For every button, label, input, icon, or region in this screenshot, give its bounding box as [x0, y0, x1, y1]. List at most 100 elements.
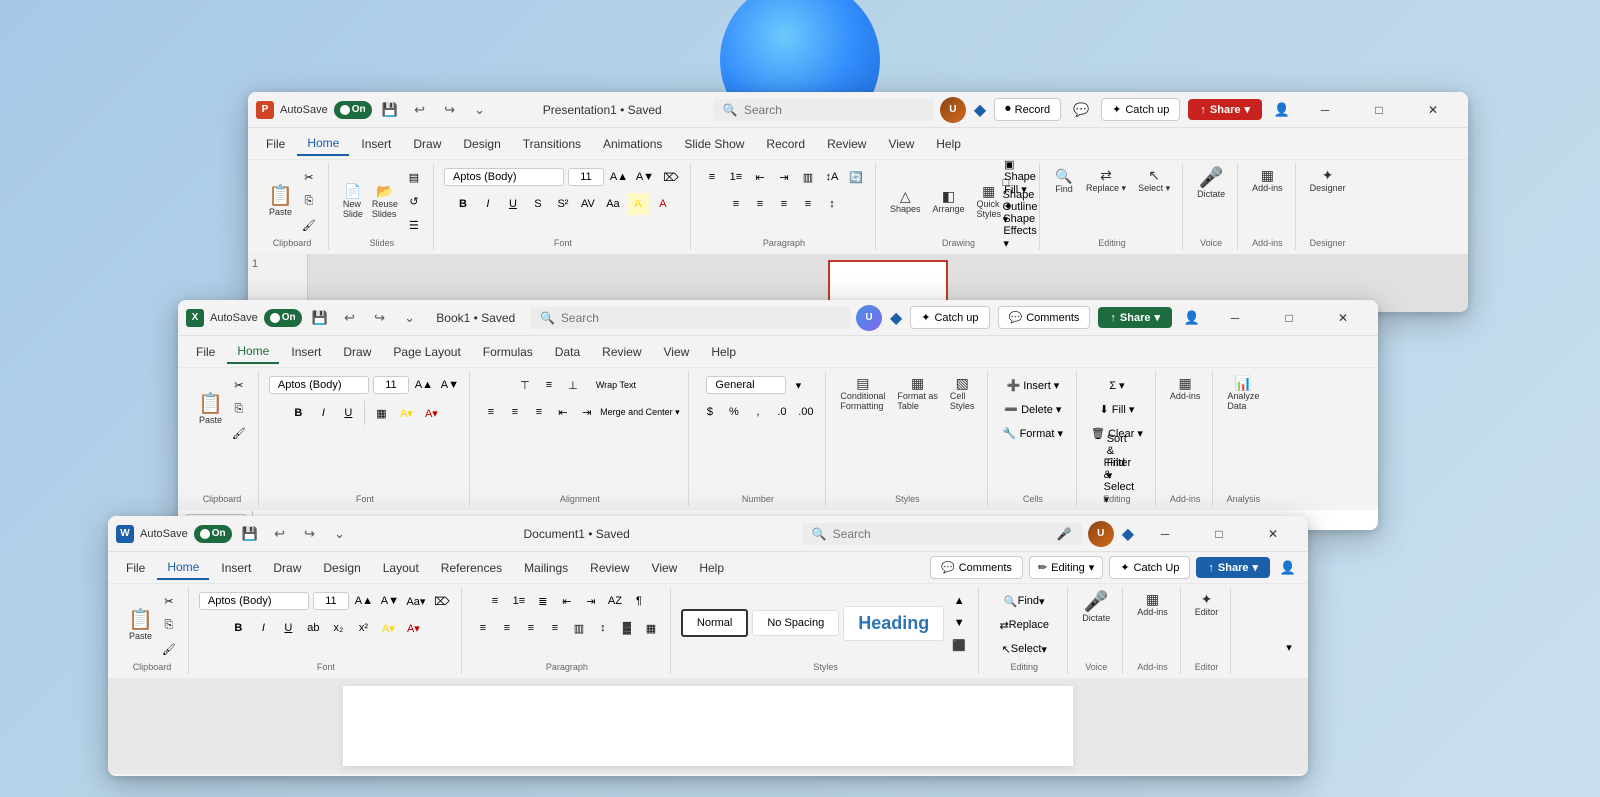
excel-italic-btn[interactable]: I [312, 402, 334, 424]
word-menu-help[interactable]: Help [689, 557, 734, 579]
ppt-avatar[interactable]: U [940, 97, 966, 123]
word-ribbon-collapse-btn[interactable]: ▾ [1278, 636, 1300, 658]
word-style-heading-btn[interactable]: Heading [843, 606, 944, 641]
ppt-clear-format-btn[interactable]: ⌦ [660, 166, 682, 188]
ppt-addins-btn[interactable]: ▦ Add-ins [1248, 166, 1287, 195]
excel-increase-indent-btn[interactable]: ⇥ [576, 401, 598, 423]
excel-minimize-btn[interactable]: ─ [1212, 302, 1258, 334]
excel-menu-formulas[interactable]: Formulas [473, 341, 543, 363]
ppt-increase-indent-btn[interactable]: ⇥ [773, 166, 795, 188]
word-case-btn[interactable]: Aa▾ [405, 590, 427, 612]
excel-menu-draw[interactable]: Draw [333, 341, 381, 363]
excel-top-align-btn[interactable]: ⊤ [514, 374, 536, 396]
ppt-case-btn[interactable]: Aa [602, 193, 624, 215]
word-menu-file[interactable]: File [116, 557, 155, 579]
excel-menu-review[interactable]: Review [592, 341, 651, 363]
excel-fill-color-btn[interactable]: A▾ [395, 402, 417, 424]
ppt-underline-btn[interactable]: U [502, 193, 524, 215]
ppt-menu-insert[interactable]: Insert [351, 133, 401, 155]
word-menu-layout[interactable]: Layout [373, 557, 429, 579]
ppt-menu-home[interactable]: Home [297, 132, 349, 156]
ppt-font-shrink-btn[interactable]: A▼ [634, 166, 656, 188]
excel-fill-btn[interactable]: ⬇ Fill ▾ [1087, 398, 1147, 420]
excel-increase-decimal-btn[interactable]: .0 [771, 401, 793, 423]
word-borders-btn[interactable]: ▦ [640, 617, 662, 639]
word-dictate-btn[interactable]: 🎤 Dictate [1078, 590, 1114, 625]
word-search-input[interactable] [833, 527, 1013, 541]
ppt-menu-review[interactable]: Review [817, 133, 876, 155]
excel-format-as-table-btn[interactable]: ▦ Format asTable [893, 374, 942, 413]
excel-maximize-btn[interactable]: □ [1266, 302, 1312, 334]
word-shading-btn[interactable]: ▓ [616, 617, 638, 639]
excel-cell-styles-btn[interactable]: ▧ CellStyles [946, 374, 979, 413]
ppt-autosave-toggle[interactable]: On [334, 101, 372, 119]
excel-close-btn[interactable]: ✕ [1320, 302, 1366, 334]
ppt-shape-effects-btn[interactable]: ✦ Shape Effects ▾ [1009, 214, 1031, 236]
excel-percent-btn[interactable]: % [723, 401, 745, 423]
ppt-bold-btn[interactable]: B [452, 193, 474, 215]
word-format-painter-btn[interactable]: 🖌 [158, 638, 180, 660]
excel-menu-insert[interactable]: Insert [281, 341, 331, 363]
word-addins-btn[interactable]: ▦ Add-ins [1133, 590, 1172, 619]
word-gem-icon[interactable]: ◆ [1122, 524, 1134, 544]
word-menu-insert[interactable]: Insert [211, 557, 261, 579]
ppt-highlight-btn[interactable]: A [627, 193, 649, 215]
word-copy-btn[interactable]: ⎘ [158, 614, 180, 636]
word-autosave-toggle[interactable]: On [194, 525, 232, 543]
excel-customize-icon[interactable]: ⌄ [398, 306, 422, 330]
word-paste-btn[interactable]: 📋 Paste [124, 608, 157, 643]
excel-font-name[interactable]: Aptos (Body) [269, 376, 369, 394]
ppt-find-btn[interactable]: 🔍 Find [1050, 167, 1078, 196]
excel-save-icon[interactable]: 💾 [308, 306, 332, 330]
excel-decrease-decimal-btn[interactable]: .00 [795, 401, 817, 423]
word-styles-down-btn[interactable]: ▼ [948, 612, 970, 634]
word-doc-page[interactable] [343, 686, 1073, 766]
ppt-menu-help[interactable]: Help [926, 133, 971, 155]
word-catchup-btn[interactable]: ✦ Catch Up [1109, 556, 1190, 579]
excel-align-right-btn[interactable]: ≡ [528, 401, 550, 423]
ppt-font-color-btn[interactable]: A [652, 193, 674, 215]
excel-underline-btn[interactable]: U [337, 402, 359, 424]
word-cut-btn[interactable]: ✂ [158, 590, 180, 612]
excel-avatar[interactable]: U [856, 305, 882, 331]
word-editing-btn[interactable]: ✏ Editing ▾ [1029, 556, 1103, 579]
excel-comma-btn[interactable]: , [747, 401, 769, 423]
excel-borders-btn[interactable]: ▦ [370, 402, 392, 424]
ppt-decrease-indent-btn[interactable]: ⇤ [749, 166, 771, 188]
excel-number-format-expand[interactable]: ▾ [787, 374, 809, 396]
word-customize-icon[interactable]: ⌄ [328, 522, 352, 546]
word-find-btn[interactable]: 🔍 Find ▾ [989, 590, 1059, 612]
ppt-layout-btn[interactable]: ▤ [403, 166, 425, 188]
ppt-minimize-btn[interactable]: ─ [1302, 94, 1348, 126]
excel-menu-file[interactable]: File [186, 341, 225, 363]
excel-conditional-formatting-btn[interactable]: ▤ ConditionalFormatting [836, 374, 889, 413]
word-superscript-btn[interactable]: x² [352, 617, 374, 639]
excel-paste-btn[interactable]: 📋 Paste [194, 392, 227, 427]
ppt-replace-btn[interactable]: ⇄ Replace ▾ [1082, 166, 1130, 196]
excel-insert-btn[interactable]: ➕ Insert ▾ [998, 374, 1068, 396]
word-columns-btn[interactable]: ▥ [568, 617, 590, 639]
word-editor-btn[interactable]: ✦ Editor [1191, 590, 1223, 619]
word-font-shrink-btn[interactable]: A▼ [379, 590, 401, 612]
ppt-align-right-btn[interactable]: ≡ [773, 193, 795, 215]
ppt-italic-btn[interactable]: I [477, 193, 499, 215]
ppt-new-slide-btn[interactable]: 📄 NewSlide [339, 182, 367, 221]
ppt-char-spacing-btn[interactable]: AV [577, 193, 599, 215]
word-menu-design[interactable]: Design [313, 557, 370, 579]
excel-wrap-text-btn[interactable]: Wrap Text [586, 374, 646, 396]
excel-redo-icon[interactable]: ↪ [368, 306, 392, 330]
ppt-strikethrough-btn[interactable]: S [527, 193, 549, 215]
ppt-close-btn[interactable]: ✕ [1410, 94, 1456, 126]
excel-merge-center-btn[interactable]: Merge and Center ▾ [600, 401, 680, 423]
ppt-smart-art-convert-btn[interactable]: 🔄 [845, 166, 867, 188]
word-bullets-btn[interactable]: ≡ [484, 590, 506, 612]
ppt-dictate-btn[interactable]: 🎤 Dictate [1193, 166, 1229, 201]
ppt-bullets-btn[interactable]: ≡ [701, 166, 723, 188]
word-bold-btn[interactable]: B [227, 617, 249, 639]
ppt-line-spacing-btn[interactable]: ↕ [821, 193, 843, 215]
excel-menu-data[interactable]: Data [545, 341, 590, 363]
excel-align-left-btn[interactable]: ≡ [480, 401, 502, 423]
excel-search-input[interactable] [561, 311, 741, 325]
ppt-menu-record[interactable]: Record [756, 133, 815, 155]
word-menu-view[interactable]: View [642, 557, 688, 579]
